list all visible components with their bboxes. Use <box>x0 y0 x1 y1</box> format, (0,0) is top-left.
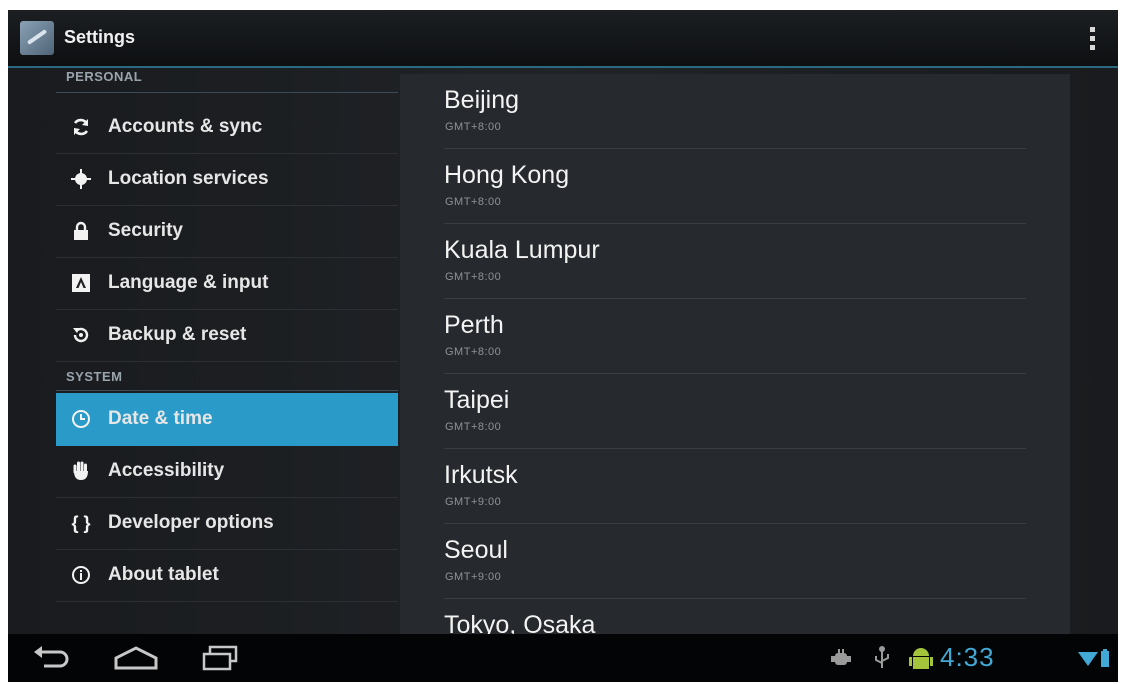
sidebar-item-about-tablet[interactable]: About tablet <box>56 549 398 602</box>
lock-icon <box>70 220 92 242</box>
timezone-offset: GMT+9:00 <box>445 571 502 583</box>
sidebar-item-label: Security <box>108 220 183 241</box>
back-icon[interactable] <box>30 644 74 672</box>
usb-icon <box>875 646 889 668</box>
sidebar-item-developer-options[interactable]: { } Developer options <box>56 497 398 550</box>
timezone-item-seoul[interactable]: Seoul GMT+9:00 <box>444 524 1026 599</box>
settings-content: PERSONAL Accounts & sync Location servic… <box>8 68 1118 634</box>
location-icon <box>70 168 92 190</box>
sidebar-item-label: Location services <box>108 168 269 189</box>
sidebar-item-label: Language & input <box>108 272 269 293</box>
section-divider <box>56 390 398 391</box>
timezone-item-tokyo-osaka[interactable]: Tokyo, Osaka <box>444 599 1026 634</box>
timezone-item-kuala-lumpur[interactable]: Kuala Lumpur GMT+8:00 <box>444 224 1026 299</box>
sidebar-item-label: Accessibility <box>108 460 225 481</box>
sync-icon <box>70 116 92 138</box>
timezone-list[interactable]: Beijing GMT+8:00 Hong Kong GMT+8:00 Kual… <box>400 74 1070 634</box>
timezone-name: Perth <box>444 311 504 339</box>
timezone-offset: GMT+8:00 <box>445 196 502 208</box>
timezone-name: Irkutsk <box>444 461 518 489</box>
app-title: Settings <box>64 27 136 47</box>
overflow-menu-icon[interactable] <box>1086 24 1098 52</box>
tablet-screen: Settings PERSONAL Accounts & sync Locati… <box>8 10 1118 682</box>
timezone-name: Tokyo, Osaka <box>444 611 596 634</box>
timezone-offset: GMT+8:00 <box>445 121 502 133</box>
sidebar-item-label: Developer options <box>108 512 274 533</box>
backup-icon <box>70 324 92 346</box>
sidebar-item-backup-reset[interactable]: Backup & reset <box>56 309 398 362</box>
wifi-icon <box>1078 652 1098 666</box>
info-icon <box>70 564 92 586</box>
timezone-offset: GMT+8:00 <box>445 346 502 358</box>
timezone-item-irkutsk[interactable]: Irkutsk GMT+9:00 <box>444 449 1026 524</box>
timezone-item-beijing[interactable]: Beijing GMT+8:00 <box>444 74 1026 149</box>
status-clock: 4:33 <box>940 642 995 672</box>
sidebar-item-date-time[interactable]: Date & time <box>56 393 398 446</box>
sidebar-item-accessibility[interactable]: Accessibility <box>56 445 398 498</box>
android-icon <box>909 648 933 669</box>
section-header-personal: PERSONAL <box>66 69 143 84</box>
recent-apps-icon[interactable] <box>198 644 242 672</box>
sidebar-item-language-input[interactable]: Language & input <box>56 257 398 310</box>
sidebar-item-label: Date & time <box>108 408 213 429</box>
sidebar-item-security[interactable]: Security <box>56 205 398 258</box>
timezone-item-perth[interactable]: Perth GMT+8:00 <box>444 299 1026 374</box>
sidebar-item-location-services[interactable]: Location services <box>56 153 398 206</box>
timezone-name: Beijing <box>444 86 520 114</box>
usb-debug-icon <box>831 649 851 665</box>
timezone-offset: GMT+8:00 <box>445 421 502 433</box>
home-icon[interactable] <box>112 644 160 672</box>
timezone-name: Taipei <box>444 386 510 414</box>
timezone-offset: GMT+9:00 <box>445 496 502 508</box>
timezone-name: Seoul <box>444 536 508 564</box>
keyboard-icon <box>70 272 92 294</box>
action-bar: Settings <box>8 10 1118 68</box>
settings-sidebar: PERSONAL Accounts & sync Location servic… <box>56 68 398 634</box>
timezone-name: Kuala Lumpur <box>444 236 600 264</box>
sidebar-item-label: Accounts & sync <box>108 116 263 137</box>
sidebar-item-label: About tablet <box>108 564 219 585</box>
clock-icon <box>70 408 92 430</box>
timezone-offset: GMT+8:00 <box>445 271 502 283</box>
system-nav-bar: 4:33 <box>8 634 1118 682</box>
sidebar-item-label: Backup & reset <box>108 324 247 345</box>
section-header-system: SYSTEM <box>66 369 123 384</box>
hand-icon <box>70 460 92 482</box>
timezone-name: Hong Kong <box>444 161 570 189</box>
sidebar-item-accounts-sync[interactable]: Accounts & sync <box>56 101 398 154</box>
timezone-item-hong-kong[interactable]: Hong Kong GMT+8:00 <box>444 149 1026 224</box>
timezone-item-taipei[interactable]: Taipei GMT+8:00 <box>444 374 1026 449</box>
battery-icon <box>1101 649 1109 667</box>
section-divider <box>56 92 398 93</box>
braces-icon: { } <box>71 513 91 533</box>
settings-icon[interactable] <box>20 21 54 55</box>
